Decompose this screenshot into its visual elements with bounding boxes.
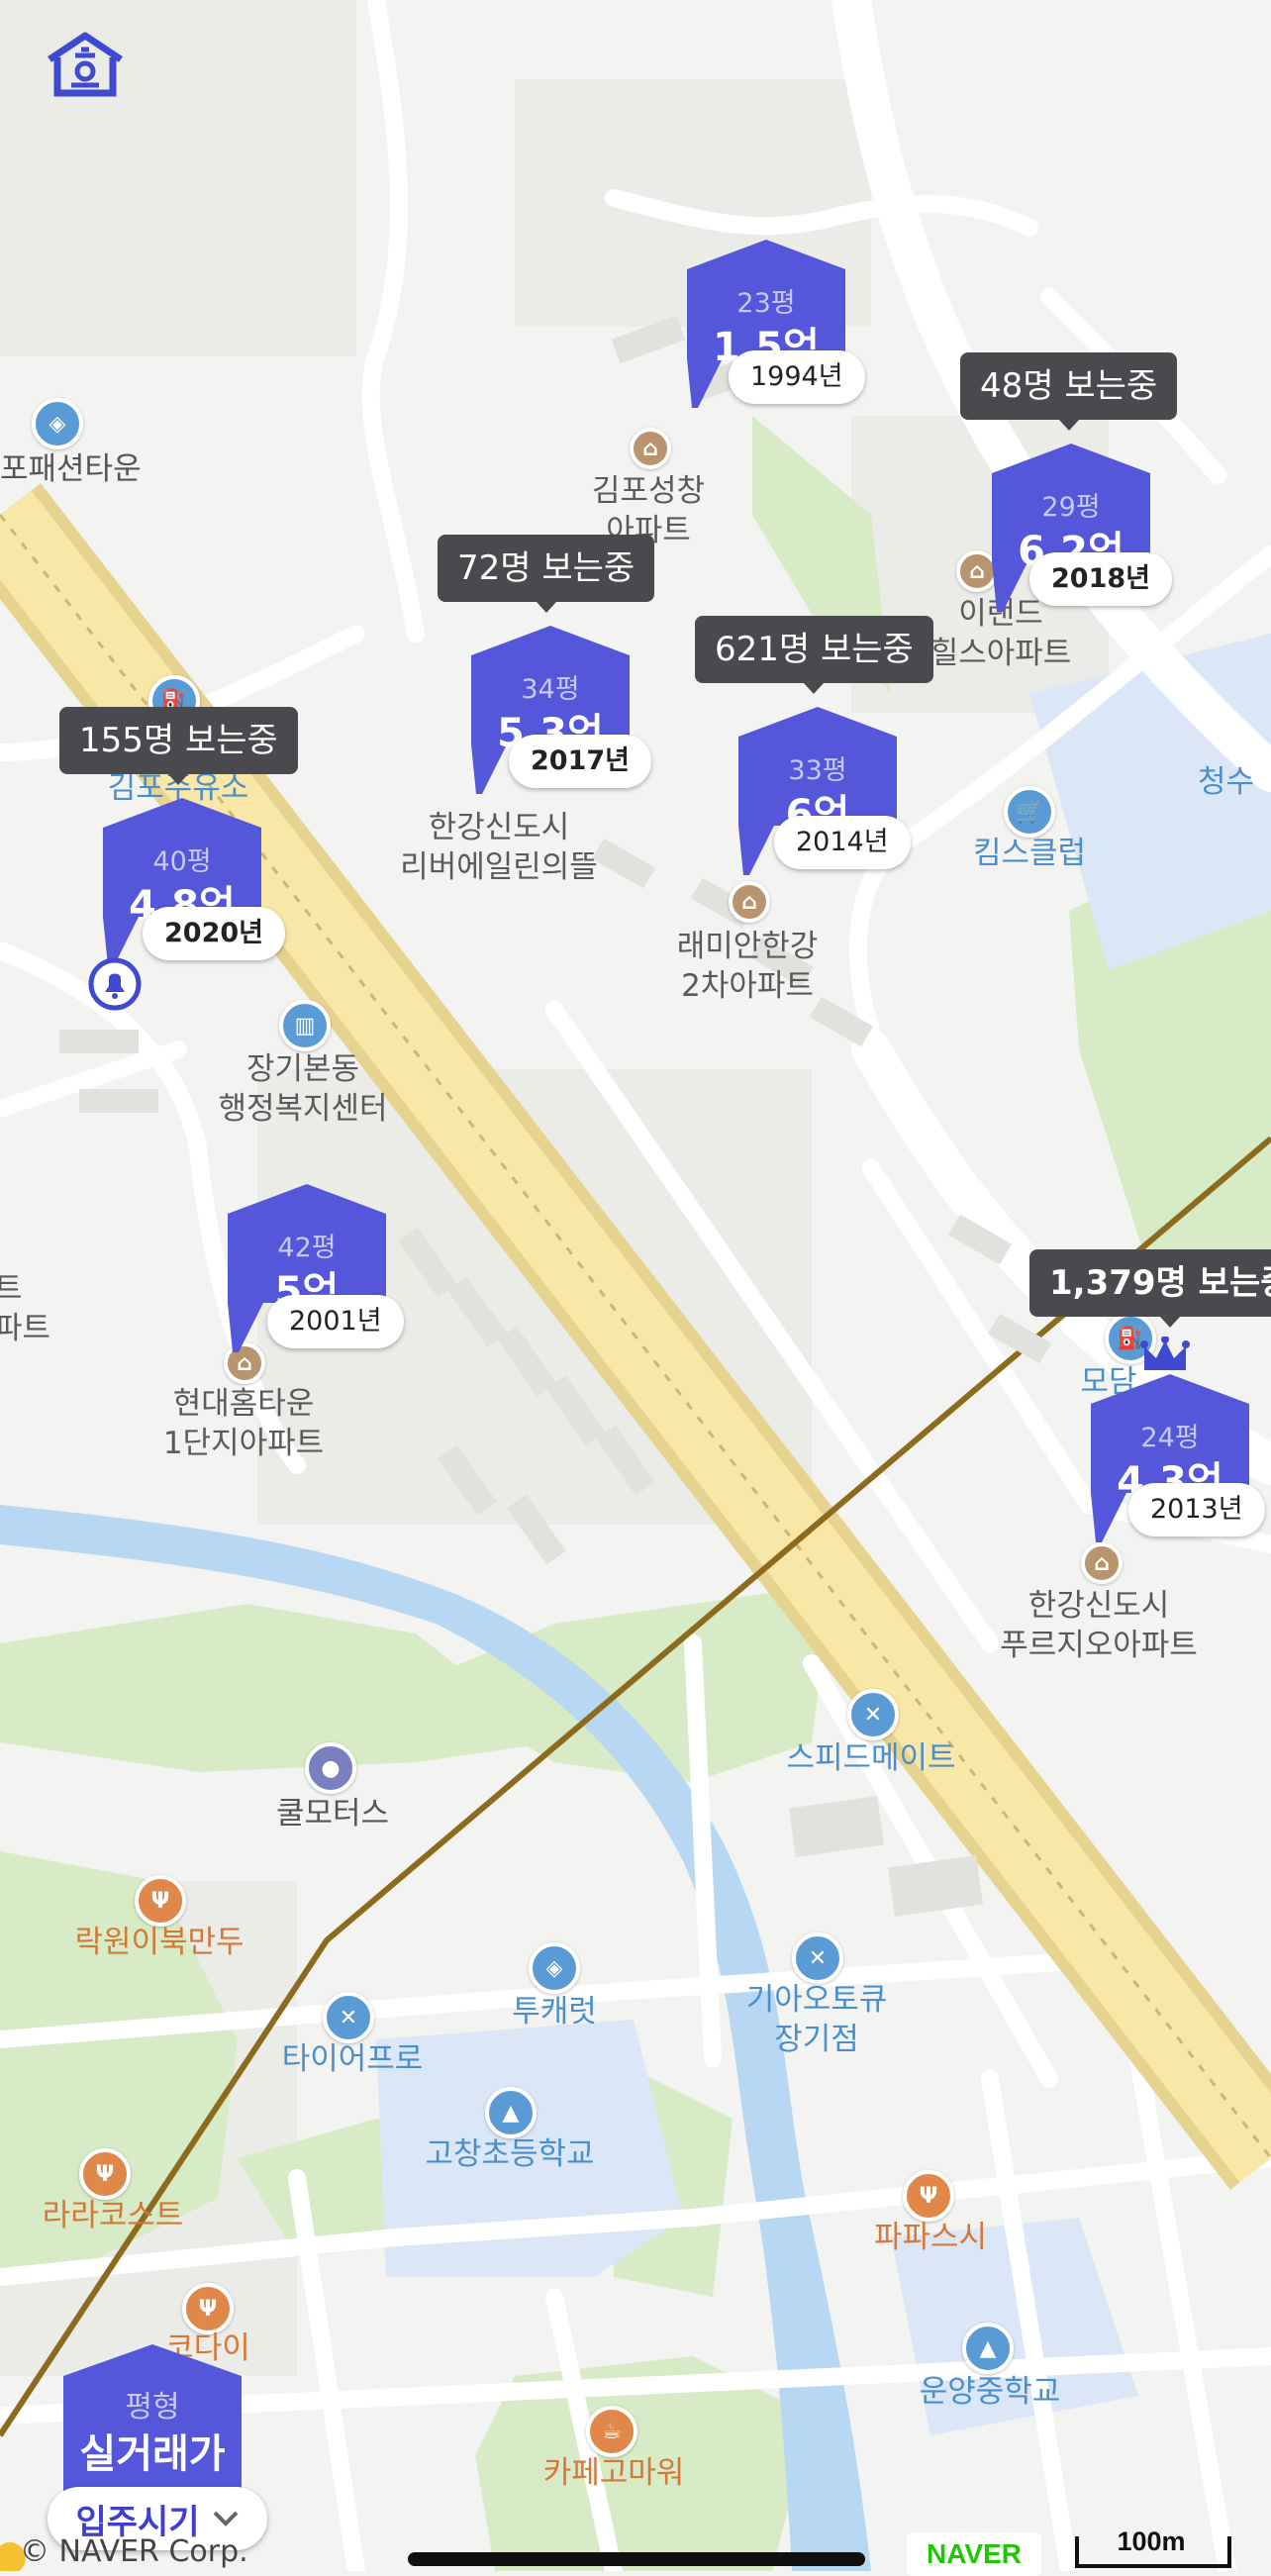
apartment-icon[interactable]: ⌂ (1081, 1542, 1123, 1584)
viewers-badge[interactable]: 48명 보는중 (960, 352, 1178, 431)
price-type-filter[interactable]: 평형 실거래가 (63, 2344, 242, 2503)
viewers-badge[interactable]: 72명 보는중 (438, 535, 655, 613)
place-lalacoast[interactable]: 라라코스트 (14, 2196, 212, 2235)
restaurant-icon[interactable]: Ψ (903, 2170, 954, 2222)
map-scale-bar: 100m (1075, 2526, 1231, 2568)
scale-label: 100m (1117, 2526, 1186, 2556)
place-tire-pro[interactable]: 타이어프로 (253, 2039, 451, 2079)
place-speedmate[interactable]: 스피드메이트 (762, 1738, 980, 1778)
listing-year-badge[interactable]: 2001년 (267, 1295, 404, 1348)
wrench-icon[interactable]: ✕ (792, 1932, 843, 1984)
wrench-icon[interactable]: ✕ (847, 1689, 899, 1740)
place-hangang-prugio[interactable]: 한강신도시 푸르지오아파트 (970, 1586, 1227, 1665)
apartment-icon[interactable]: ⌂ (729, 881, 770, 923)
viewers-badge[interactable]: 621명 보는중 (695, 616, 933, 694)
shopping-bag-icon[interactable]: ◈ (32, 398, 83, 449)
place-hyundai-hometown[interactable]: 현대홈타운 1단지아파트 (135, 1384, 352, 1463)
viewers-badge[interactable]: 155명 보는중 (59, 707, 298, 785)
place-lakwon-bukmandu[interactable]: 락원이북만두 (46, 1923, 273, 1962)
place-left-edge[interactable]: 트 파트 (0, 1269, 53, 1348)
listing-year-badge[interactable]: 2020년 (143, 907, 285, 960)
place-cheongsu[interactable]: 청수 (1198, 762, 1271, 802)
listing-year-badge[interactable]: 2013년 (1128, 1483, 1265, 1536)
place-raemian-hangang-2[interactable]: 래미안한강 2차아파트 (653, 927, 841, 1006)
place-hangang-river-ellin[interactable]: 한강신도시 리버에일린의뜰 (370, 808, 628, 887)
school-icon[interactable]: ▲ (962, 2323, 1014, 2374)
listing-year-badge[interactable]: 2014년 (774, 816, 911, 869)
price-filter-label: 실거래가 (79, 2431, 226, 2477)
map-copyright: © NAVER Corp. (20, 2534, 248, 2569)
circle-pin-icon[interactable]: ● (305, 1742, 356, 1794)
viewers-badge[interactable]: 1,379명 보는중 (1029, 1249, 1271, 1328)
home-logo-icon[interactable] (44, 30, 127, 99)
cafe-icon[interactable]: ☕ (586, 2406, 637, 2457)
restaurant-icon[interactable]: Ψ (135, 1875, 186, 1927)
home-indicator[interactable] (408, 2552, 865, 2566)
cart-icon[interactable]: 🛒 (1004, 786, 1055, 838)
place-cool-motors[interactable]: 쿨모터스 (244, 1794, 422, 1833)
government-icon[interactable]: ▥ (279, 1000, 331, 1051)
listing-year-badge[interactable]: 2018년 (1029, 552, 1172, 606)
listing-year-badge[interactable]: 2017년 (509, 735, 651, 788)
place-papas[interactable]: 파파스시 (851, 2218, 1010, 2257)
place-tucarrot[interactable]: 투캐럿 (475, 1992, 634, 2031)
place-kims-club[interactable]: 킴스클럽 (950, 834, 1109, 873)
crown-icon (1140, 1337, 1190, 1370)
listing-year-badge[interactable]: 1994년 (729, 350, 865, 404)
place-unyang-middle[interactable]: 운양중학교 (891, 2372, 1089, 2412)
size-filter-label: 평형 (125, 2390, 180, 2425)
place-cafe-gomawo[interactable]: 카페고마워 (525, 2453, 703, 2493)
place-gimpo-fashion-town[interactable]: 포패션타운 (0, 449, 158, 489)
wrench-icon[interactable]: ✕ (323, 1992, 374, 2043)
place-janggibondong-center[interactable]: 장기본동 행정복지센터 (194, 1049, 412, 1129)
place-kia-autoq[interactable]: 기아오토큐 장기점 (713, 1980, 921, 2059)
apartment-icon[interactable]: ⌂ (630, 428, 671, 469)
bell-alert-icon[interactable] (87, 956, 143, 1012)
naver-logo[interactable]: NAVER (907, 2532, 1041, 2576)
restaurant-icon[interactable]: Ψ (182, 2283, 234, 2334)
place-gochang-elementary[interactable]: 고창초등학교 (396, 2134, 624, 2174)
chevron-down-icon (213, 2511, 238, 2526)
school-icon[interactable]: ▲ (485, 2087, 537, 2138)
shopping-bag-icon[interactable]: ◈ (529, 1942, 580, 1994)
restaurant-icon[interactable]: Ψ (79, 2148, 131, 2200)
